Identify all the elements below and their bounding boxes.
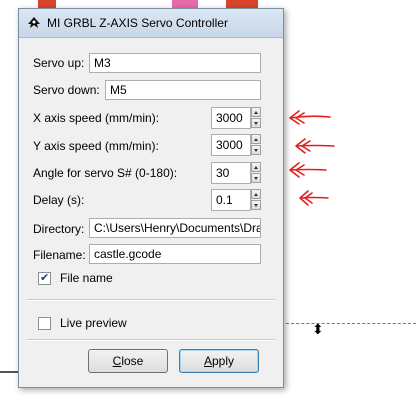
servo-controller-dialog: MI GRBL Z-AXIS Servo Controller Servo up… <box>18 8 284 388</box>
directory-input[interactable]: C:\Users\Henry\Documents\Dra <box>89 218 261 238</box>
close-button[interactable]: Close <box>88 349 168 373</box>
dialog-title: MI GRBL Z-AXIS Servo Controller <box>47 16 228 30</box>
servo-angle-label: Angle for servo S# (0-180): <box>33 166 178 180</box>
directory-label: Directory: <box>33 222 85 236</box>
x-axis-speed-input[interactable]: 3000 <box>211 107 251 129</box>
delay-input[interactable]: 0.1 <box>211 189 251 211</box>
red-arrow-icon <box>289 110 331 125</box>
stepper-down-icon[interactable] <box>251 200 261 210</box>
file-name-checkbox-label: File name <box>60 271 113 285</box>
dialog-titlebar[interactable]: MI GRBL Z-AXIS Servo Controller <box>19 9 283 38</box>
live-preview-checkbox[interactable] <box>38 317 51 330</box>
red-arrow-icon <box>295 138 335 154</box>
servo-angle-input[interactable]: 30 <box>211 162 251 184</box>
live-preview-checkbox-label: Live preview <box>60 316 127 330</box>
filename-input[interactable]: castle.gcode <box>89 244 261 264</box>
apply-button[interactable]: Apply <box>179 349 259 373</box>
stepper-down-icon[interactable] <box>251 118 261 128</box>
x-axis-speed-stepper[interactable] <box>251 107 261 129</box>
canvas-line-segment <box>0 371 20 373</box>
apply-button-mnemonic: A <box>203 354 212 368</box>
y-axis-speed-input[interactable]: 3000 <box>211 134 251 156</box>
servo-angle-stepper[interactable] <box>251 162 261 184</box>
stepper-up-icon[interactable] <box>251 107 261 117</box>
servo-up-label: Servo up: <box>33 56 85 70</box>
filename-label: Filename: <box>33 248 86 262</box>
servo-up-input[interactable]: M3 <box>89 53 261 73</box>
red-arrow-icon <box>289 162 327 178</box>
stepper-down-icon[interactable] <box>251 173 261 183</box>
delay-label: Delay (s): <box>33 193 85 207</box>
servo-down-label: Servo down: <box>33 83 100 97</box>
stepper-down-icon[interactable] <box>251 145 261 155</box>
vertical-resize-handle-icon[interactable]: ⬍ <box>312 322 324 336</box>
x-axis-speed-label: X axis speed (mm/min): <box>33 111 160 125</box>
stepper-up-icon[interactable] <box>251 189 261 199</box>
section-divider <box>27 299 275 301</box>
red-arrow-icon <box>299 190 329 206</box>
apply-button-label: pply <box>212 354 235 368</box>
y-axis-speed-stepper[interactable] <box>251 134 261 156</box>
stepper-up-icon[interactable] <box>251 162 261 172</box>
delay-stepper[interactable] <box>251 189 261 211</box>
canvas-dashed-guide <box>286 323 416 324</box>
stepper-up-icon[interactable] <box>251 134 261 144</box>
button-bar-divider <box>27 339 275 341</box>
y-axis-speed-label: Y axis speed (mm/min): <box>33 139 159 153</box>
servo-down-input[interactable]: M5 <box>105 80 261 100</box>
file-name-checkbox[interactable] <box>38 271 51 285</box>
inkscape-icon <box>28 17 40 28</box>
close-button-label: lose <box>121 354 144 368</box>
